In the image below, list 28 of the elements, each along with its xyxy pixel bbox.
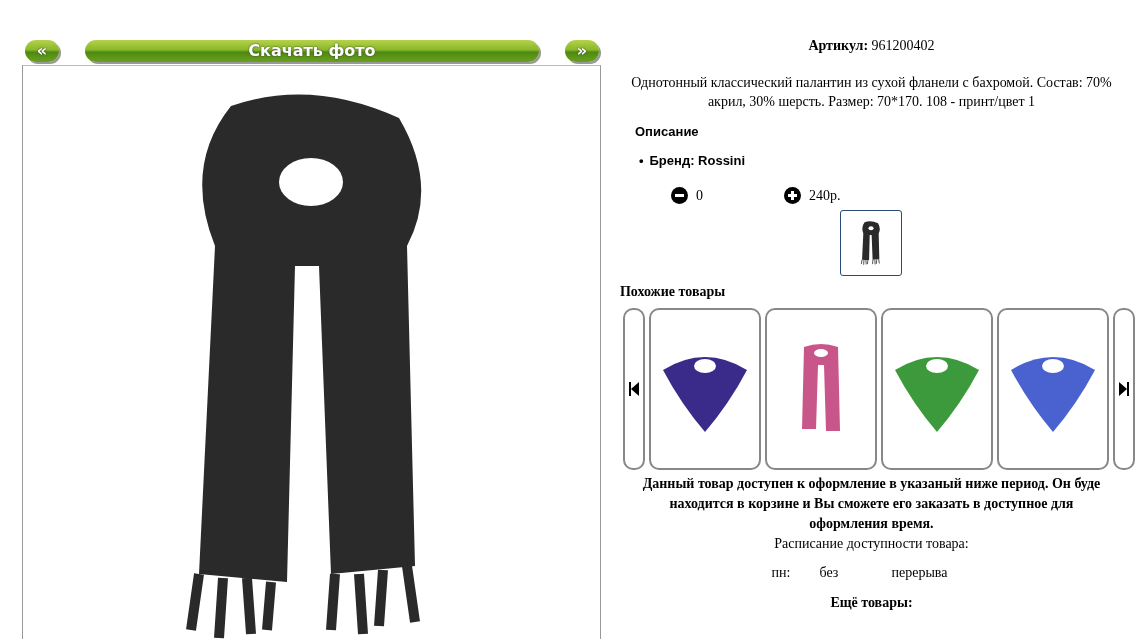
schedule-day: пн: bbox=[771, 565, 820, 581]
carousel-previous-button[interactable] bbox=[622, 308, 645, 470]
previous-button[interactable]: « bbox=[25, 40, 59, 62]
product-description: Однотонный классический палантин из сухой фланели с бахромой. Состав: 70% акрил, 30% шерсть. Размер: 70*170. 108 - принт/цвет 1 bbox=[630, 74, 1113, 111]
schedule-to: перерыва bbox=[891, 565, 949, 581]
bullet: • bbox=[638, 153, 644, 169]
price: 240р. bbox=[808, 187, 841, 204]
plus-icon[interactable] bbox=[783, 187, 801, 204]
details-heading: Описание bbox=[634, 124, 699, 139]
skip-back-icon bbox=[628, 382, 639, 396]
product-card[interactable] bbox=[996, 308, 1109, 470]
availability-notice: оформления время. bbox=[809, 515, 934, 533]
thumbnail[interactable] bbox=[840, 210, 903, 276]
product-card[interactable] bbox=[648, 308, 761, 470]
download-photo-button[interactable]: Скачать фото bbox=[84, 40, 539, 62]
next-button[interactable]: » bbox=[564, 40, 599, 62]
schedule-title: Расписание доступности товара: bbox=[774, 535, 969, 553]
minus-icon[interactable] bbox=[670, 187, 688, 204]
availability-notice: Данный товар доступен к оформление в указаный ниже период. Он буде bbox=[642, 475, 1101, 493]
skip-forward-icon bbox=[1118, 382, 1129, 396]
detail-item: Бренд: Rossini bbox=[649, 153, 746, 169]
more-products-heading: Ещё товары: bbox=[830, 594, 913, 612]
article-number: Артикул: 961200402 bbox=[808, 37, 935, 55]
schedule-from: без bbox=[819, 565, 840, 581]
quantity-value: 0 bbox=[695, 187, 704, 204]
similar-products-heading: Похожие товары bbox=[619, 284, 726, 300]
availability-notice: находится в корзине и Вы сможете его заказать в доступное для bbox=[669, 495, 1074, 513]
carousel-next-button[interactable] bbox=[1112, 308, 1135, 470]
